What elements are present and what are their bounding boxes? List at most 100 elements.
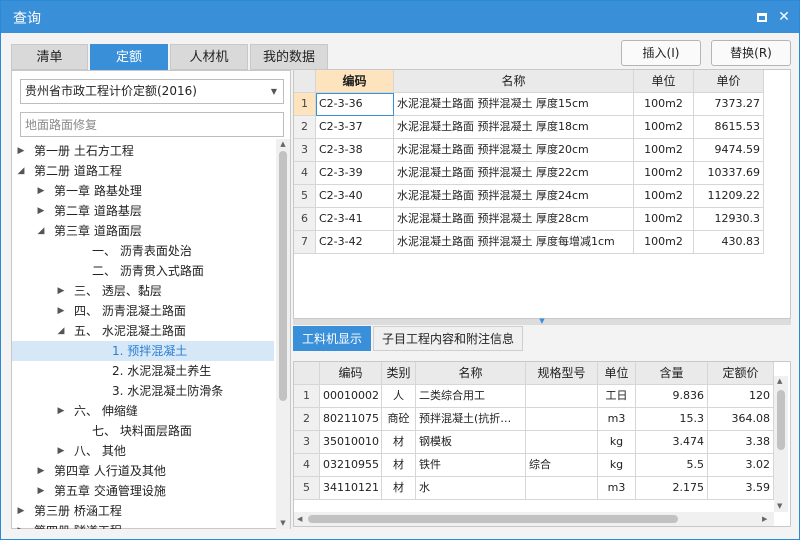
- tree-node[interactable]: 2. 水泥混凝土养生: [12, 361, 274, 381]
- column-header[interactable]: [294, 70, 316, 93]
- table-row[interactable]: 3 C2-3-38 水泥混凝土路面 预拌混凝土 厚度20cm 100m2 9474.59: [294, 139, 764, 162]
- name-cell[interactable]: 钢模板: [416, 431, 526, 454]
- column-header[interactable]: 规格型号: [526, 362, 598, 385]
- expand-arrow-icon[interactable]: ▶: [36, 181, 46, 201]
- resource-vscroll-thumb[interactable]: [777, 390, 785, 450]
- code-cell[interactable]: C2-3-36: [316, 93, 394, 116]
- expand-arrow-icon[interactable]: ▶: [36, 201, 46, 221]
- tree-scrollbar[interactable]: ▲ ▼: [276, 139, 290, 529]
- code-cell[interactable]: 03210955: [320, 454, 382, 477]
- qty-cell[interactable]: 3.474: [636, 431, 708, 454]
- column-header[interactable]: 定额价: [708, 362, 774, 385]
- scroll-up-icon[interactable]: ▲: [278, 140, 288, 148]
- collapse-arrow-icon[interactable]: ◢: [56, 321, 66, 341]
- scroll-right-icon[interactable]: ▶: [762, 515, 767, 523]
- tree-node[interactable]: ▶ 第四章 人行道及其他: [12, 461, 274, 481]
- column-header[interactable]: 编码: [320, 362, 382, 385]
- tree-node[interactable]: ▶ 四、 沥青混凝土路面: [12, 301, 274, 321]
- name-cell[interactable]: 水泥混凝土路面 预拌混凝土 厚度18cm: [394, 116, 634, 139]
- tree-node[interactable]: 一、 沥青表面处治: [12, 241, 274, 261]
- unit-cell[interactable]: 100m2: [634, 139, 694, 162]
- unit-cell[interactable]: 工日: [598, 385, 636, 408]
- code-cell[interactable]: 35010010: [320, 431, 382, 454]
- scroll-down-icon[interactable]: ▼: [278, 519, 288, 527]
- tree-node[interactable]: ▶ 第三册 桥涵工程: [12, 501, 274, 521]
- expand-arrow-icon[interactable]: ▶: [56, 281, 66, 301]
- unit-cell[interactable]: 100m2: [634, 185, 694, 208]
- table-row[interactable]: 2 C2-3-37 水泥混凝土路面 预拌混凝土 厚度18cm 100m2 8615.53: [294, 116, 764, 139]
- column-header[interactable]: 单价: [694, 70, 764, 93]
- tree-node[interactable]: ▶ 第四册 隧道工程: [12, 521, 274, 529]
- code-cell[interactable]: 34110121: [320, 477, 382, 500]
- price-cell[interactable]: 3.59: [708, 477, 774, 500]
- unit-cell[interactable]: 100m2: [634, 231, 694, 254]
- expand-arrow-icon[interactable]: ▶: [36, 461, 46, 481]
- table-row[interactable]: 7 C2-3-42 水泥混凝土路面 预拌混凝土 厚度每增减1cm 100m2 430.8…: [294, 231, 764, 254]
- qty-cell[interactable]: 15.3: [636, 408, 708, 431]
- table-row[interactable]: 4 C2-3-39 水泥混凝土路面 预拌混凝土 厚度22cm 100m2 10337.6…: [294, 162, 764, 185]
- column-header[interactable]: 单位: [598, 362, 636, 385]
- spec-cell[interactable]: [526, 408, 598, 431]
- tree-node[interactable]: ◢ 第二册 道路工程: [12, 161, 274, 181]
- name-cell[interactable]: 铁件: [416, 454, 526, 477]
- collapse-arrow-icon[interactable]: ◢: [16, 161, 26, 181]
- column-header[interactable]: 含量: [636, 362, 708, 385]
- replace-button[interactable]: 替换(R): [711, 40, 791, 66]
- resource-vscrollbar[interactable]: ▲ ▼: [774, 376, 788, 512]
- column-header[interactable]: 类别: [382, 362, 416, 385]
- qty-cell[interactable]: 5.5: [636, 454, 708, 477]
- tree-node[interactable]: ▶ 第二章 道路基层: [12, 201, 274, 221]
- code-cell[interactable]: C2-3-37: [316, 116, 394, 139]
- tab-resource-display[interactable]: 工料机显示: [293, 326, 371, 351]
- price-cell[interactable]: 364.08: [708, 408, 774, 431]
- table-row[interactable]: 1 C2-3-36 水泥混凝土路面 预拌混凝土 厚度15cm 100m2 7373.27: [294, 93, 764, 116]
- code-cell[interactable]: C2-3-40: [316, 185, 394, 208]
- collapse-arrow-icon[interactable]: ◢: [36, 221, 46, 241]
- name-cell[interactable]: 水泥混凝土路面 预拌混凝土 厚度20cm: [394, 139, 634, 162]
- type-cell[interactable]: 材: [382, 431, 416, 454]
- price-cell[interactable]: 3.38: [708, 431, 774, 454]
- name-cell[interactable]: 水泥混凝土路面 预拌混凝土 厚度28cm: [394, 208, 634, 231]
- spec-cell[interactable]: 综合: [526, 454, 598, 477]
- table-row[interactable]: 1 00010002 人二类综合用工 工日 9.836 120: [294, 385, 784, 408]
- table-row[interactable]: 6 C2-3-41 水泥混凝土路面 预拌混凝土 厚度28cm 100m2 12930.3: [294, 208, 764, 231]
- maximize-icon[interactable]: [753, 8, 771, 26]
- spec-cell[interactable]: [526, 477, 598, 500]
- type-cell[interactable]: 人: [382, 385, 416, 408]
- tree-node[interactable]: ▶ 六、 伸缩缝: [12, 401, 274, 421]
- column-header[interactable]: 编码: [316, 70, 394, 93]
- tab-materials[interactable]: 人材机: [170, 44, 248, 70]
- table-row[interactable]: 5 C2-3-40 水泥混凝土路面 预拌混凝土 厚度24cm 100m2 11209.2…: [294, 185, 764, 208]
- code-cell[interactable]: 00010002: [320, 385, 382, 408]
- column-header[interactable]: 名称: [394, 70, 634, 93]
- tree-node[interactable]: 1. 预拌混凝土: [12, 341, 274, 361]
- unit-cell[interactable]: kg: [598, 454, 636, 477]
- column-header[interactable]: 单位: [634, 70, 694, 93]
- name-cell[interactable]: 水: [416, 477, 526, 500]
- tree-node[interactable]: ◢ 第三章 道路面层: [12, 221, 274, 241]
- scroll-left-icon[interactable]: ◀: [297, 515, 302, 523]
- code-cell[interactable]: 80211075: [320, 408, 382, 431]
- name-cell[interactable]: 二类综合用工: [416, 385, 526, 408]
- qty-cell[interactable]: 2.175: [636, 477, 708, 500]
- panel-splitter[interactable]: ▼: [293, 318, 791, 325]
- tree-scroll-thumb[interactable]: [279, 151, 287, 401]
- tree-node[interactable]: ▶ 第五章 交通管理设施: [12, 481, 274, 501]
- insert-button[interactable]: 插入(I): [621, 40, 701, 66]
- tree-node[interactable]: ▶ 第一册 土石方工程: [12, 141, 274, 161]
- unit-cell[interactable]: m3: [598, 408, 636, 431]
- tab-item-content-notes[interactable]: 子目工程内容和附注信息: [373, 326, 523, 351]
- expand-arrow-icon[interactable]: ▶: [56, 441, 66, 461]
- unit-cell[interactable]: m3: [598, 477, 636, 500]
- unit-cell[interactable]: 100m2: [634, 162, 694, 185]
- name-cell[interactable]: 水泥混凝土路面 预拌混凝土 厚度22cm: [394, 162, 634, 185]
- tree-node[interactable]: ▶ 八、 其他: [12, 441, 274, 461]
- column-header[interactable]: [294, 362, 320, 385]
- expand-arrow-icon[interactable]: ▶: [56, 401, 66, 421]
- name-cell[interactable]: 水泥混凝土路面 预拌混凝土 厚度24cm: [394, 185, 634, 208]
- tree-node[interactable]: 七、 块料面层路面: [12, 421, 274, 441]
- tab-my-data[interactable]: 我的数据: [250, 44, 328, 70]
- search-input[interactable]: [20, 112, 284, 137]
- close-icon[interactable]: ✕: [775, 8, 793, 26]
- quota-library-select[interactable]: 贵州省市政工程计价定额(2016) ▼: [20, 79, 284, 104]
